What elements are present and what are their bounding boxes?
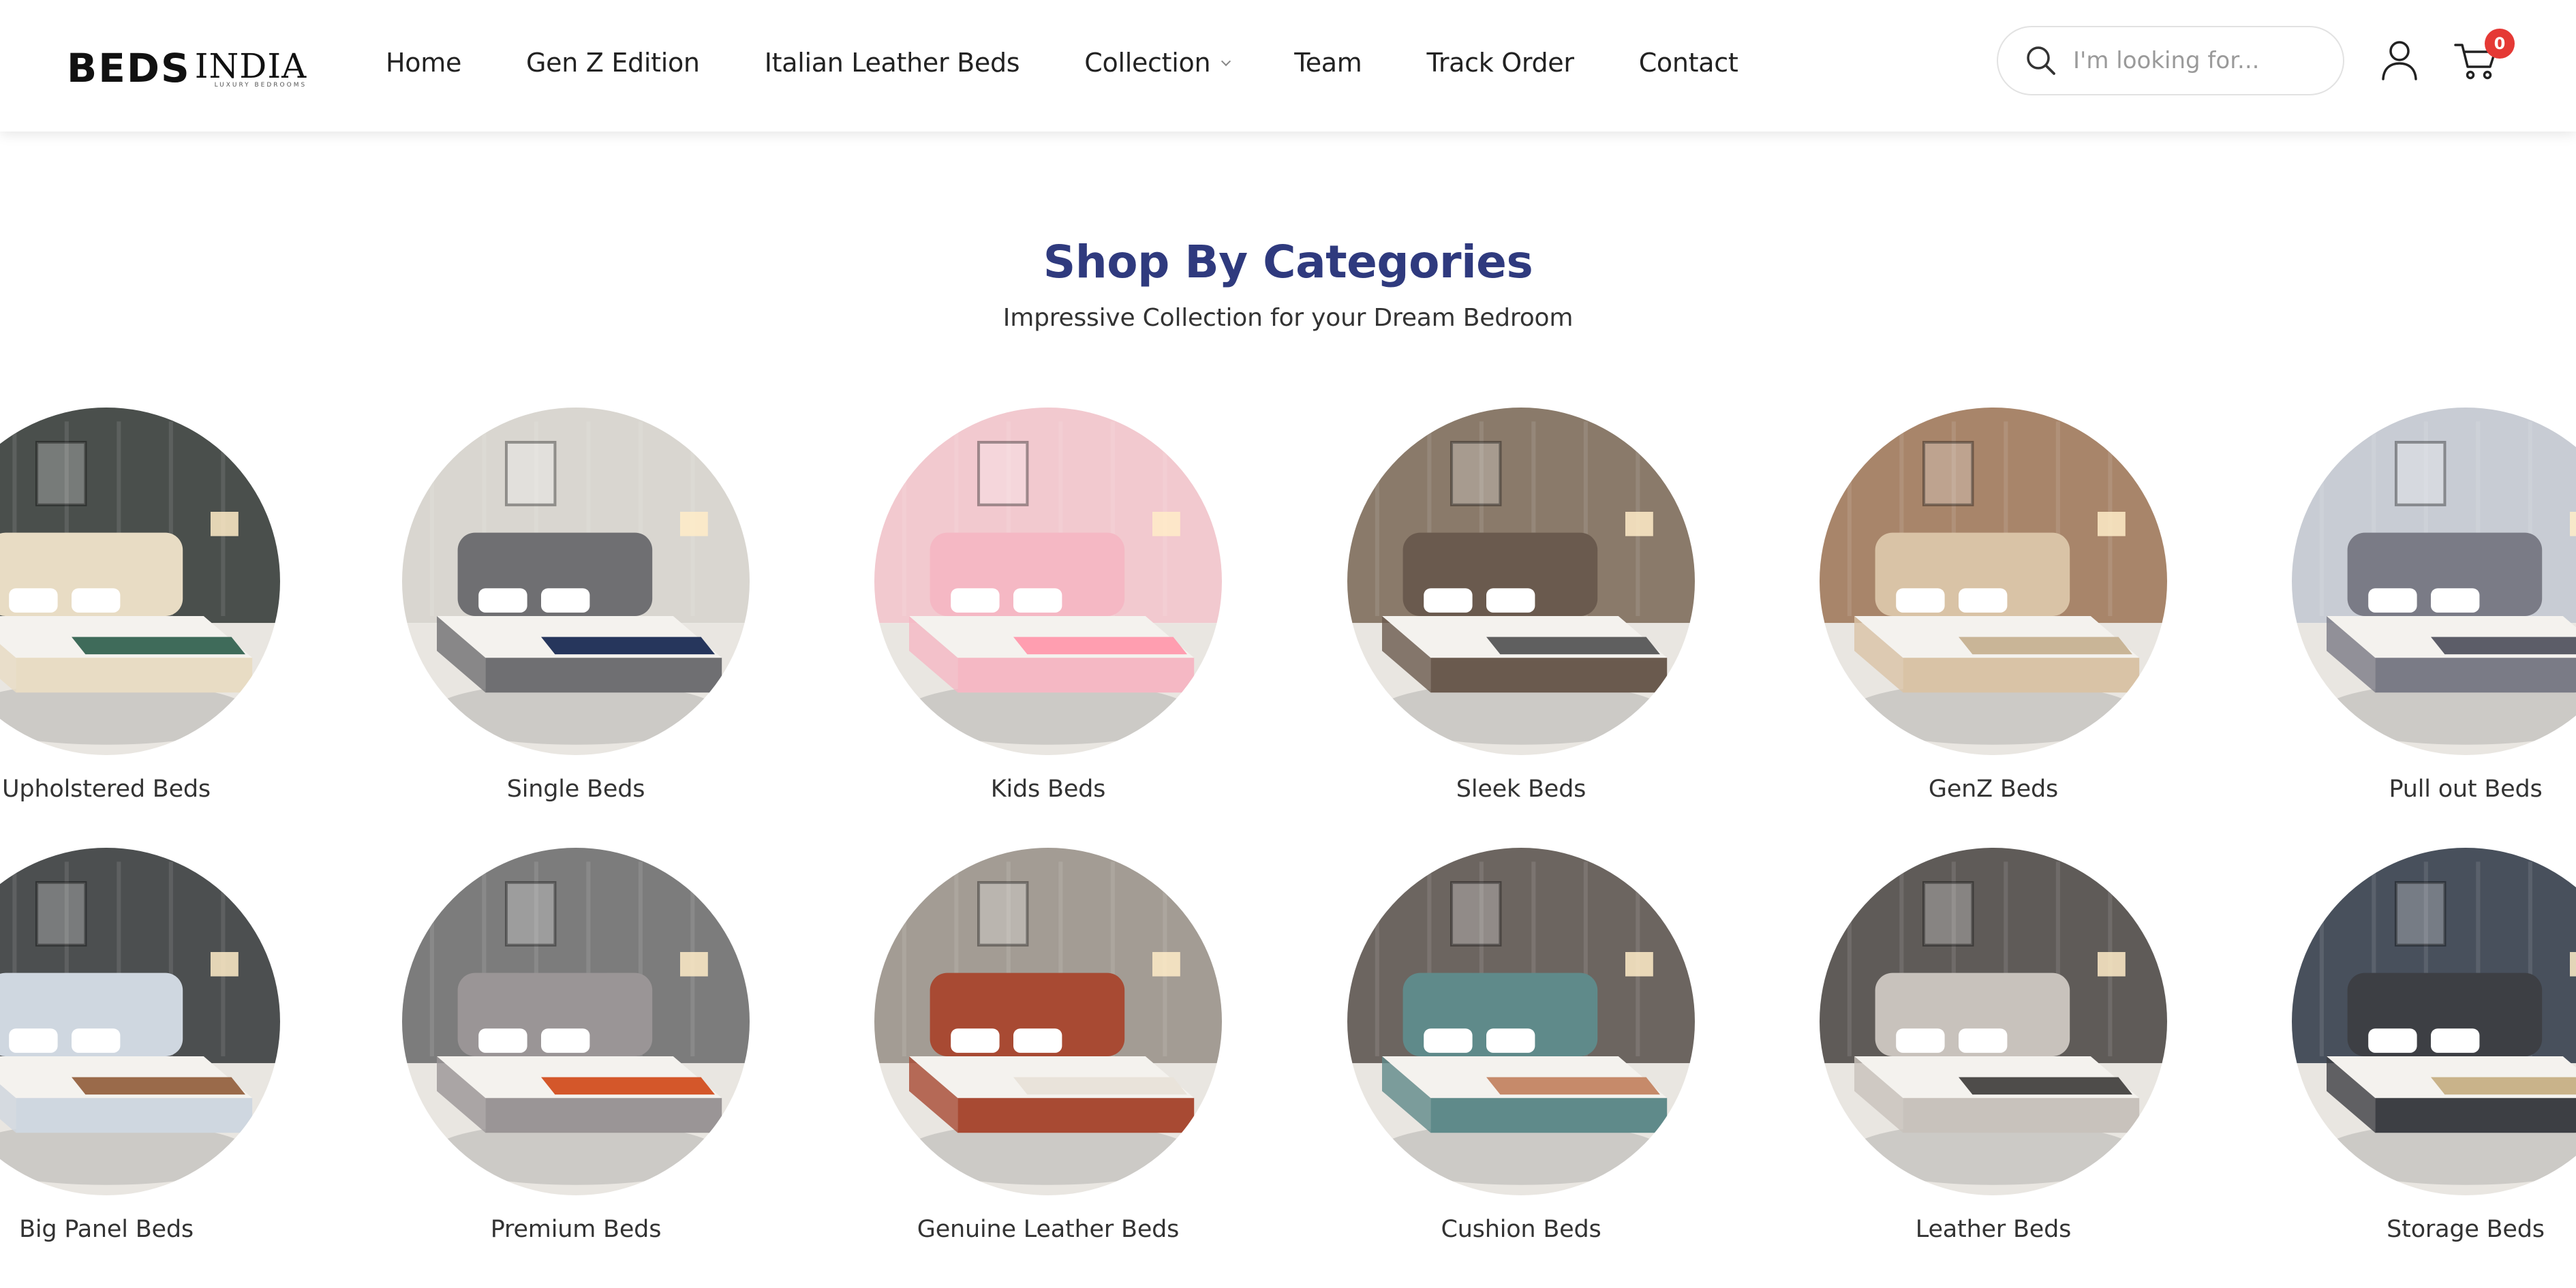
account-icon[interactable] [2380, 40, 2419, 85]
nav-italian-leather-label: Italian Leather Beds [764, 48, 1020, 78]
category-label[interactable]: Sleek Beds [1283, 776, 1760, 803]
category-image[interactable] [1347, 408, 1695, 755]
category-label[interactable]: Big Panel Beds [0, 1216, 345, 1243]
category-image[interactable] [874, 408, 1222, 755]
cart-count-badge: 0 [2485, 29, 2515, 59]
category-label[interactable]: Pull out Beds [2227, 776, 2576, 803]
chevron-down-icon [1221, 56, 1231, 67]
category-image[interactable] [2292, 848, 2576, 1195]
nav-team[interactable]: Team [1294, 48, 1362, 78]
category-label[interactable]: Premium Beds [337, 1216, 814, 1243]
category-label[interactable]: Genuine Leather Beds [810, 1216, 1287, 1243]
main-nav: Home Gen Z Edition Italian Leather Beds … [386, 44, 1738, 82]
search-box[interactable] [1997, 26, 2344, 95]
category-image[interactable] [0, 408, 280, 755]
nav-home-label: Home [386, 48, 462, 78]
logo-sub-text: INDIA [194, 46, 307, 86]
category-label[interactable]: Kids Beds [810, 776, 1287, 803]
category-label[interactable]: Single Beds [337, 776, 814, 803]
section-subtitle: Impressive Collection for your Dream Bed… [1002, 304, 1574, 332]
category-image[interactable] [1820, 408, 2167, 755]
nav-gen-z-label: Gen Z Edition [526, 48, 700, 78]
site-logo[interactable]: BEDS INDIA LUXURY BEDROOMS [67, 41, 307, 89]
category-label[interactable]: Upholstered Beds [0, 776, 345, 803]
category-label[interactable]: Storage Beds [2227, 1216, 2576, 1243]
nav-team-label: Team [1294, 48, 1362, 78]
category-image[interactable] [402, 848, 750, 1195]
category-image[interactable] [2292, 408, 2576, 755]
category-label[interactable]: Leather Beds [1755, 1216, 2232, 1243]
nav-track-order-label: Track Order [1426, 48, 1575, 78]
nav-track-order[interactable]: Track Order [1426, 48, 1575, 78]
section-title: Shop By Categories [1043, 236, 1533, 288]
nav-contact[interactable]: Contact [1639, 48, 1738, 78]
logo-main-text: BEDS [67, 45, 191, 91]
nav-italian-leather-beds[interactable]: Italian Leather Beds [765, 48, 1020, 78]
category-image[interactable] [874, 848, 1222, 1195]
category-image[interactable] [402, 408, 750, 755]
category-label[interactable]: GenZ Beds [1755, 776, 2232, 803]
category-image[interactable] [1347, 848, 1695, 1195]
nav-home[interactable]: Home [386, 48, 461, 78]
logo-tagline: LUXURY BEDROOMS [214, 82, 307, 89]
site-header: BEDS INDIA LUXURY BEDROOMS Home Gen Z Ed… [0, 0, 2576, 132]
search-icon[interactable] [2024, 44, 2058, 78]
nav-contact-label: Contact [1638, 48, 1738, 78]
category-image[interactable] [0, 848, 280, 1195]
nav-collection[interactable]: Collection [1084, 48, 1231, 78]
nav-gen-z-edition[interactable]: Gen Z Edition [526, 48, 700, 78]
category-label[interactable]: Cushion Beds [1283, 1216, 1760, 1243]
category-image[interactable] [1820, 848, 2167, 1195]
nav-collection-label: Collection [1084, 48, 1211, 78]
search-input[interactable] [2073, 47, 2318, 74]
